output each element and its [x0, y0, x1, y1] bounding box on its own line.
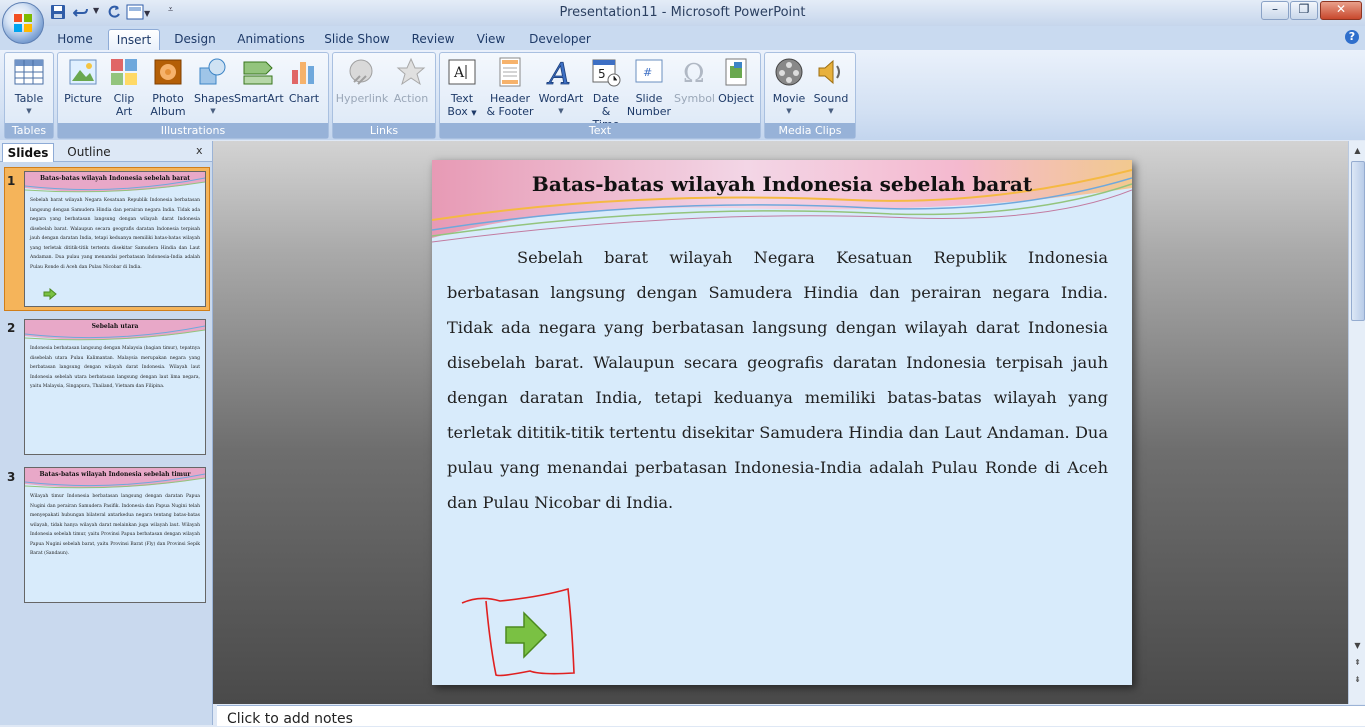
hyperlink-icon: [346, 56, 378, 88]
group-label-illustrations: Illustrations: [58, 123, 328, 138]
wordart-icon: A: [545, 56, 577, 93]
smartart-icon: [242, 56, 274, 88]
slide-number-1: 1: [7, 174, 16, 188]
office-button[interactable]: [2, 2, 44, 44]
picture-icon: [67, 56, 99, 88]
slide-canvas[interactable]: Batas-batas wilayah Indonesia sebelah ba…: [432, 160, 1132, 685]
header-footer-icon: [494, 56, 526, 88]
thumb-body-3: Wilayah timur Indonesia berbatasan langs…: [30, 494, 200, 556]
table-icon: [13, 56, 45, 88]
sound-button[interactable]: Sound ▼: [811, 56, 851, 118]
photo-album-icon: [152, 56, 184, 88]
tab-insert[interactable]: Insert: [108, 29, 160, 51]
picture-button[interactable]: Picture: [62, 56, 104, 105]
title-bar: ▼ ▼ ⩡ Presentation11 - Microsoft PowerPo…: [0, 0, 1365, 27]
slide-number-3: 3: [7, 470, 16, 484]
next-arrow-annotated[interactable]: [460, 585, 580, 680]
thumb-title-1: Batas-batas wilayah Indonesia sebelah ba…: [39, 175, 191, 182]
hyperlink-button[interactable]: Hyperlink: [335, 56, 389, 105]
photo-album-button[interactable]: PhotoAlbum ▼: [146, 56, 190, 133]
group-links: Hyperlink Action Links: [332, 52, 436, 139]
object-icon: [720, 56, 752, 88]
thumb-body-1: Sebelah barat wilayah Negara Kesatuan Re…: [30, 198, 200, 270]
group-media-clips: Movie ▼ Sound ▼ Media Clips: [764, 52, 856, 139]
svg-text:A: A: [546, 57, 571, 88]
clip-art-button[interactable]: Clip Art: [108, 56, 140, 118]
office-logo-icon: [14, 14, 32, 32]
previous-slide-icon[interactable]: ⇞: [1350, 655, 1365, 670]
text-box-button[interactable]: A Text Box ▼: [442, 56, 482, 120]
tab-design[interactable]: Design: [165, 29, 225, 50]
tab-animations[interactable]: Animations: [232, 29, 310, 50]
thumb-body-2: Indonesia berbatasan langsung dengan Mal…: [30, 346, 200, 389]
slide-number-button[interactable]: # Slide Number: [626, 56, 672, 118]
slide-thumbnail-1[interactable]: Batas-batas wilayah Indonesia sebelah ba…: [24, 171, 206, 307]
notes-pane[interactable]: Click to add notes: [217, 705, 1365, 727]
tab-review[interactable]: Review: [403, 29, 463, 50]
clip-art-icon: [108, 56, 140, 88]
ribbon: Table ▼ Tables Picture Clip Art Photo Album…: [0, 50, 1365, 140]
sound-icon: [815, 56, 847, 88]
help-icon[interactable]: ?: [1345, 30, 1359, 44]
movie-button[interactable]: Movie ▼: [769, 56, 809, 118]
tab-view[interactable]: View: [470, 29, 512, 50]
scroll-thumb[interactable]: [1351, 161, 1365, 321]
svg-text:#: #: [643, 66, 652, 79]
tab-outline[interactable]: Outline: [58, 143, 120, 161]
thumb-title-3: Batas-batas wilayah Indonesia sebelah ti…: [39, 471, 191, 478]
slide-thumbnail-2[interactable]: Sebelah utara Indonesia berbatasan langs…: [24, 319, 206, 455]
close-button[interactable]: ✕: [1320, 1, 1362, 20]
wordart-button[interactable]: A WordArt ▼: [538, 56, 584, 118]
symbol-icon: Ω: [678, 56, 710, 89]
slide-body-text[interactable]: Sebelah barat wilayah Negara Kesatuan Re…: [447, 240, 1108, 520]
scroll-up-icon[interactable]: ▲: [1350, 143, 1365, 158]
pane-tabs: Slides Outline x: [0, 141, 212, 162]
next-slide-icon[interactable]: ⇟: [1350, 672, 1365, 687]
group-label-media-clips: Media Clips: [765, 123, 855, 138]
chart-button[interactable]: Chart: [286, 56, 322, 105]
action-button[interactable]: Action: [391, 56, 431, 105]
table-button[interactable]: Table ▼: [9, 56, 49, 118]
movie-icon: [773, 56, 805, 88]
group-illustrations: Picture ClipArt PhotoAlbum ▼ Shapes▼ Sma…: [57, 52, 329, 139]
group-text: A Text Box ▼ Header & Footer A WordArt ▼ 5 …: [439, 52, 761, 139]
shapes-button[interactable]: Shapes ▼: [194, 56, 234, 118]
tab-slide-show[interactable]: Slide Show: [318, 29, 396, 50]
green-arrow-icon: [505, 611, 548, 659]
minimize-button[interactable]: –: [1261, 1, 1289, 20]
text-box-icon: A: [446, 56, 478, 88]
chart-icon: [288, 56, 320, 88]
slide-thumbnail-3[interactable]: Batas-batas wilayah Indonesia sebelah ti…: [24, 467, 206, 603]
maximize-button[interactable]: ❐: [1290, 1, 1318, 20]
vertical-scrollbar[interactable]: ▲ ▼ ⇞ ⇟: [1348, 141, 1365, 704]
group-label-tables: Tables: [5, 123, 53, 138]
svg-text:Ω: Ω: [683, 59, 705, 88]
tab-developer[interactable]: Developer: [523, 29, 597, 50]
tab-home[interactable]: Home: [48, 29, 102, 50]
smartart-button[interactable]: SmartArt: [234, 56, 284, 105]
slide-number-2: 2: [7, 321, 16, 335]
object-button[interactable]: Object: [716, 56, 756, 105]
slide-number-icon: #: [633, 56, 665, 88]
window-title: Presentation11 - Microsoft PowerPoint: [559, 5, 806, 20]
date-time-button[interactable]: 5 Date& Time: [588, 56, 624, 131]
header-footer-button[interactable]: Header & Footer: [484, 56, 536, 118]
thumb-arrow-icon: [43, 288, 57, 300]
ribbon-tabs: Home Insert Design Animations Slide Show…: [0, 26, 1365, 51]
scroll-down-icon[interactable]: ▼: [1350, 638, 1365, 653]
group-label-links: Links: [333, 123, 435, 138]
date-time-icon: 5: [590, 56, 622, 88]
group-tables: Table ▼ Tables: [4, 52, 54, 139]
action-icon: [395, 56, 427, 88]
svg-text:A: A: [453, 65, 465, 81]
shapes-icon: [197, 56, 229, 88]
symbol-button[interactable]: Ω Symbol: [674, 56, 715, 105]
pane-close-icon[interactable]: x: [196, 144, 203, 157]
slide-title[interactable]: Batas-batas wilayah Indonesia sebelah ba…: [432, 172, 1132, 196]
group-label-text: Text: [440, 123, 760, 138]
svg-text:5: 5: [598, 67, 606, 81]
tab-slides[interactable]: Slides: [2, 143, 54, 162]
thumb-title-2: Sebelah utara: [91, 323, 139, 330]
